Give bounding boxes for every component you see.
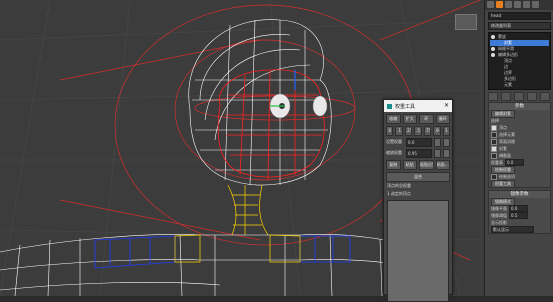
mirror-rollout: 镜像参数 镜像模式 镜像平面 0.0 镜像阈值 0.5 显示投影 默认显示 [488,190,551,234]
scale-weight-plus-button[interactable] [434,149,441,158]
utilities-tab-icon[interactable] [532,1,539,8]
weight-tool-button[interactable]: 权重工具 [491,179,515,188]
scale-weight-label: 缩放权重 [386,150,402,155]
mirror-offset-spinner[interactable]: 0.0 [509,205,528,212]
viewcube[interactable] [455,14,477,30]
grow-button[interactable]: 扩大 [402,114,417,124]
projection-dropdown[interactable]: 默认显示 [491,226,534,233]
show-end-result-icon[interactable] [501,92,511,101]
set-weight-plus-button[interactable] [434,138,441,147]
make-unique-icon[interactable] [514,92,524,101]
pin-stack-icon[interactable] [488,92,498,101]
modifier-list-dropdown[interactable]: 修改器列表 [488,22,551,30]
selected-vertex-count: 1 选定的顶点 [387,191,411,196]
hierarchy-tab-icon[interactable] [505,1,512,8]
shoulder-weight-blue [94,235,351,269]
weighted-face-region [217,69,325,181]
modifier-stack[interactable]: 蒙皮 封套 网格平滑 编辑多边形 顶点 边 边界 多边形 元素 [488,32,551,90]
envelopes-checkbox[interactable] [491,145,497,152]
parameters-rollout: 参数 编辑封套 选择 顶点 选择元素 背面消隐 封套 横截面 权重表 0.0 绘制… [488,102,551,188]
shrink-button[interactable]: 收缩 [386,114,401,124]
vertex-total-label: 顶点的总权重 [387,183,411,188]
weight-list[interactable] [387,200,449,302]
stack-item[interactable]: 元素 [490,82,549,88]
display-tab-icon[interactable] [523,1,530,8]
mirror-threshold-spinner[interactable]: 0.5 [509,212,528,219]
blend-button[interactable]: 混合 [386,172,450,182]
weight-preset-button[interactable]: .25 [404,126,413,136]
object-name-field[interactable]: head [488,12,551,20]
set-weight-label: 设置权重 [386,139,402,144]
edit-envelopes-button[interactable]: 编辑封套 [491,109,515,118]
weight-preset-button[interactable]: .5 [414,126,422,136]
modify-tab-icon[interactable] [496,1,503,8]
remove-modifier-icon[interactable] [527,92,537,101]
weight-preset-button[interactable]: 1 [442,126,450,136]
paint-weights-button[interactable]: 绘制权重 [491,165,515,174]
eye-icon[interactable] [491,53,495,57]
close-icon[interactable]: ✕ [444,102,449,109]
eye-icon[interactable] [491,35,495,39]
paste-position-button[interactable]: 粘贴位置 [419,160,434,170]
set-weight-spinner[interactable]: 0.0 [406,138,432,147]
cross-sections-checkbox[interactable] [491,152,497,159]
dialog-title: 权重工具 [395,103,416,110]
motion-tab-icon[interactable] [514,1,521,8]
weight-preset-button[interactable]: .1 [395,126,403,136]
command-panel: head 修改器列表 蒙皮 封套 网格平滑 编辑多边形 顶点 边 边界 多边形 … [484,0,553,296]
ring-button[interactable]: 环 [419,114,434,124]
eye-icon[interactable] [491,47,495,51]
scale-weight-minus-button[interactable] [443,149,450,158]
configure-sets-icon[interactable] [540,92,550,101]
select-element-checkbox[interactable] [491,131,497,138]
scale-weight-spinner[interactable]: 0.95 [406,149,432,158]
shoulder-weight-yellow [174,234,301,263]
stack-tools [488,92,551,101]
copy-button[interactable]: 复制 [386,160,401,170]
weight-tool-dialog: 权重工具 ✕ 收缩 扩大 环 循环 0 .1 .25 .5 .75 .9 1 设… [383,99,453,302]
weight-preset-button[interactable]: .75 [423,126,432,136]
neck-mesh [227,184,269,236]
loop-button[interactable]: 循环 [435,114,450,124]
paste-button[interactable]: 粘贴 [402,160,417,170]
dialog-titlebar[interactable]: 权重工具 ✕ [384,100,452,112]
select-label: 选择 [491,117,499,123]
right-eye [312,95,328,117]
backface-cull-checkbox[interactable] [491,138,497,145]
create-tab-icon[interactable] [487,1,494,8]
command-panel-tabs [485,0,553,10]
set-weight-minus-button[interactable] [443,138,450,147]
weight-preset-button[interactable]: .9 [433,126,441,136]
body-wireframe [0,234,421,296]
app-logo-icon [387,103,392,109]
paste-more-button[interactable]: 粘贴... [435,160,450,170]
vertices-checkbox[interactable] [491,124,497,131]
weight-preset-button[interactable]: 0 [386,126,394,136]
